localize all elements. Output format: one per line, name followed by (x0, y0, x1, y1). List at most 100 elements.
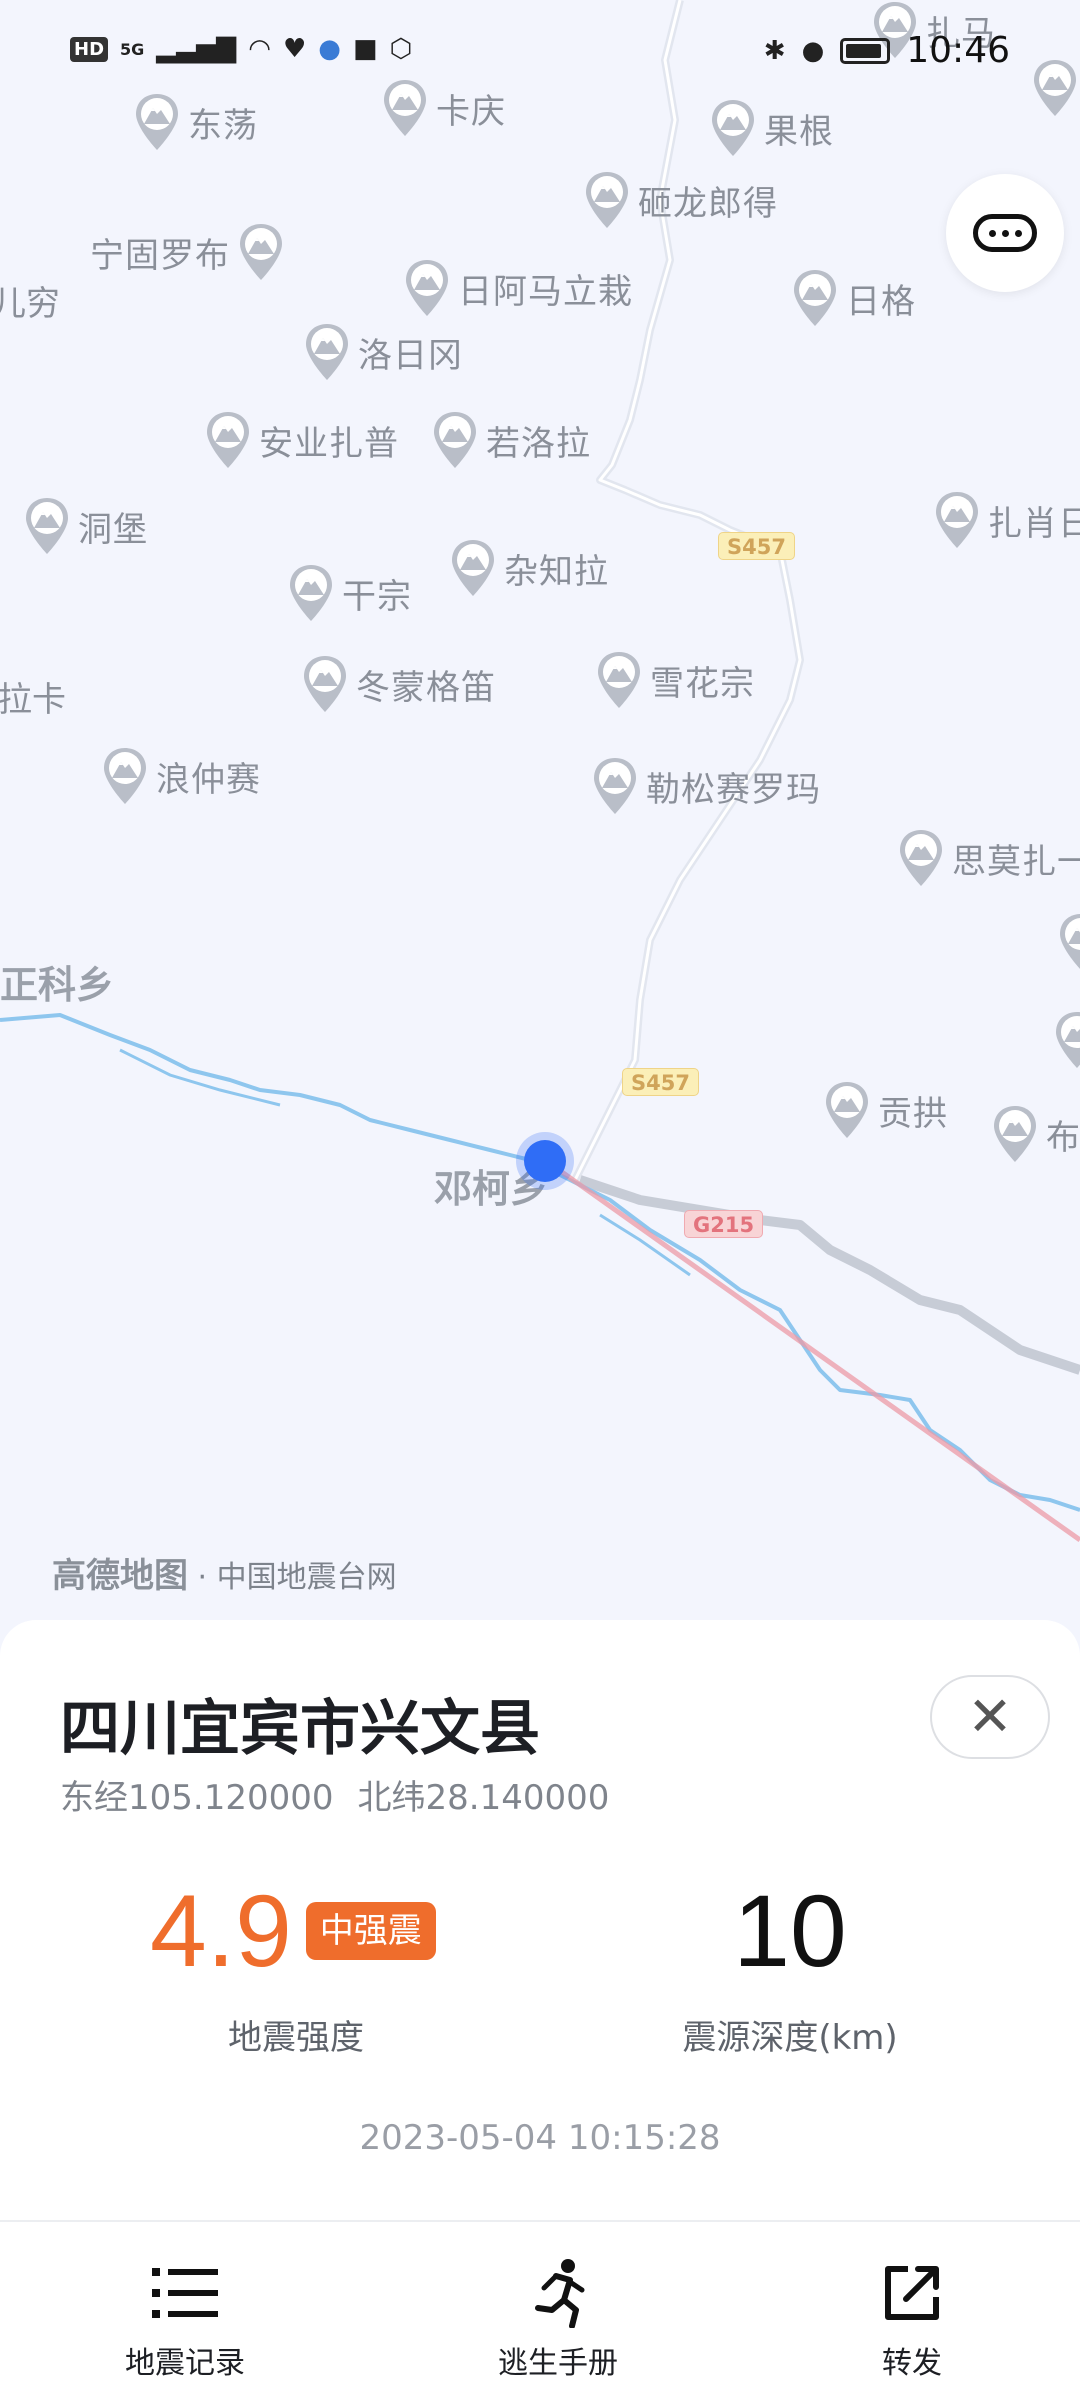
poi-ganzong[interactable]: 干宗 (286, 563, 412, 623)
running-person-icon (448, 2258, 668, 2328)
poi-label: 洛日冈 (358, 335, 463, 376)
poi-label: 果根 (764, 111, 834, 152)
status-left-icons: HD 5G ▂▃▅▇ ◠ ♥ ● ■ ⬡ (70, 34, 412, 64)
poi-gonggong[interactable]: 贡拱 (822, 1080, 948, 1140)
depth-block: 10 震源深度(km) (660, 1880, 920, 2059)
hd-icon: HD (70, 36, 109, 62)
nav-label: 转发 (882, 2346, 942, 2381)
nav-label: 地震记录 (125, 2346, 245, 2381)
mountain-pin-icon (582, 170, 632, 230)
mountain-pin-icon (594, 650, 644, 710)
clock: 10:46 (906, 30, 1010, 71)
poi-label: 日格 (846, 281, 916, 322)
poi-label: 浪仲赛 (156, 759, 261, 800)
poi-anyezhapu[interactable]: 安业扎普 (203, 410, 399, 470)
earthquake-detail-sheet: 四川宜宾市兴文县 东经105.120000 北纬28.140000 ✕ 4.9 … (0, 1620, 1080, 2220)
poi-label: 雪花宗 (650, 663, 755, 704)
poi-label: 思莫扎一 (952, 841, 1080, 882)
nav-label: 逃生手册 (498, 2346, 618, 2381)
poi-label: 安业扎普 (259, 423, 399, 464)
poi-edge-pin[interactable] (1052, 1010, 1080, 1070)
poi-label: 冬蒙格笛 (356, 667, 496, 708)
status-bar: HD 5G ▂▃▅▇ ◠ ♥ ● ■ ⬡ ✱ ● 10:46 (0, 0, 1080, 100)
nav-share[interactable]: 转发 (802, 2258, 1022, 2382)
wifi-icon: ◠ (248, 34, 271, 64)
heart-shield-icon: ♥ (282, 34, 307, 64)
poi-bu[interactable]: 布 (990, 1104, 1080, 1164)
mountain-pin-icon (932, 490, 982, 550)
poi-label: 砸龙郎得 (638, 183, 778, 224)
more-dots-icon (973, 214, 1037, 252)
mountain-pin-icon (402, 258, 452, 318)
depth-label: 震源深度(km) (682, 2018, 898, 2058)
signal-icon: ▂▃▅▇ (156, 34, 237, 64)
mountain-pin-icon (22, 496, 72, 556)
poi-label: 布 (1046, 1117, 1080, 1158)
poi-label: 扎肖日 (988, 503, 1080, 544)
map-brand: 高德地图 (52, 1556, 188, 1596)
poi-riamalizai[interactable]: 日阿马立栽 (402, 258, 633, 318)
map-edge-label: 拉卡 (0, 680, 66, 720)
poi-label: 杂知拉 (504, 551, 609, 592)
longitude: 东经105.120000 (60, 1778, 334, 1818)
poi-label: 勒松赛罗玛 (646, 769, 821, 810)
hand-icon: ⬡ (389, 34, 413, 64)
mountain-pin-icon (590, 756, 640, 816)
road-shield-g215: G215 (684, 1210, 764, 1238)
mountain-pin-icon (302, 322, 352, 382)
poi-xuehuazong[interactable]: 雪花宗 (594, 650, 755, 710)
map-edge-label: 儿穷 (0, 284, 60, 324)
poi-langzhongsai[interactable]: 浪仲赛 (100, 746, 261, 806)
poi-simozha[interactable]: 思莫扎一 (896, 828, 1080, 888)
road-shield-s457: S457 (622, 1068, 699, 1096)
mountain-pin-icon (203, 410, 253, 470)
mountain-pin-icon (132, 92, 182, 152)
poi-ruoluola[interactable]: 若洛拉 (430, 410, 591, 470)
poi-edge-pin[interactable] (1056, 912, 1080, 972)
poi-zhaxiaori[interactable]: 扎肖日 (932, 490, 1080, 550)
poi-dongbao[interactable]: 洞堡 (22, 496, 148, 556)
poi-ningguluobu[interactable]: 宁固罗布 (90, 222, 286, 282)
quake-location: 四川宜宾市兴文县 (60, 1694, 540, 1764)
data-source: · 中国地震台网 (188, 1560, 397, 1595)
mountain-pin-icon (1052, 1010, 1080, 1070)
poi-rige[interactable]: 日格 (790, 268, 916, 328)
quake-coordinates: 东经105.120000 北纬28.140000 (60, 1770, 609, 1819)
mountain-pin-icon (286, 563, 336, 623)
poi-zazhila[interactable]: 杂知拉 (448, 538, 609, 598)
poi-luorigang[interactable]: 洛日冈 (302, 322, 463, 382)
poi-zalonglangde[interactable]: 砸龙郎得 (582, 170, 778, 230)
poi-label: 洞堡 (78, 509, 148, 550)
poi-label: 宁固罗布 (90, 235, 230, 276)
poi-label: 贡拱 (878, 1093, 948, 1134)
poi-label: 若洛拉 (486, 423, 591, 464)
close-icon: ✕ (967, 1685, 1013, 1748)
list-icon (75, 2258, 295, 2328)
poi-dongdang[interactable]: 东荡 (132, 92, 258, 152)
tiktok-icon: ■ (352, 34, 378, 64)
location-icon: ● (801, 35, 825, 66)
more-button[interactable] (946, 174, 1064, 292)
map-view[interactable]: 扎马 东荡 卡庆 果根 砸龙郎得 宁固罗布 日阿马立栽 日格 洛日冈 安业扎普 … (0, 0, 1080, 1660)
depth-value: 10 (733, 1874, 847, 1988)
mountain-pin-icon (708, 98, 758, 158)
mountain-pin-icon (236, 222, 286, 282)
poi-lesongsailuoma[interactable]: 勒松赛罗玛 (590, 756, 821, 816)
road-shield-s457: S457 (718, 532, 795, 560)
epicenter-marker[interactable] (524, 1140, 566, 1182)
status-right-icons: ✱ ● 10:46 (764, 30, 1010, 71)
magnitude-block: 4.9 中强震 地震强度 (150, 1880, 510, 2059)
nav-escape-manual[interactable]: 逃生手册 (448, 2258, 668, 2382)
mountain-pin-icon (1056, 912, 1080, 972)
magnitude-label: 地震强度 (228, 2018, 364, 2058)
poi-label: 干宗 (342, 576, 412, 617)
share-icon (802, 2258, 1022, 2328)
mountain-pin-icon (822, 1080, 872, 1140)
nav-earthquake-records[interactable]: 地震记录 (75, 2258, 295, 2382)
poi-guogen[interactable]: 果根 (708, 98, 834, 158)
app-notification-icon: ● (318, 34, 341, 64)
close-button[interactable]: ✕ (930, 1675, 1050, 1759)
network-type: 5G (120, 39, 145, 59)
latitude: 北纬28.140000 (357, 1778, 610, 1818)
poi-dongmenggedi[interactable]: 冬蒙格笛 (300, 654, 496, 714)
